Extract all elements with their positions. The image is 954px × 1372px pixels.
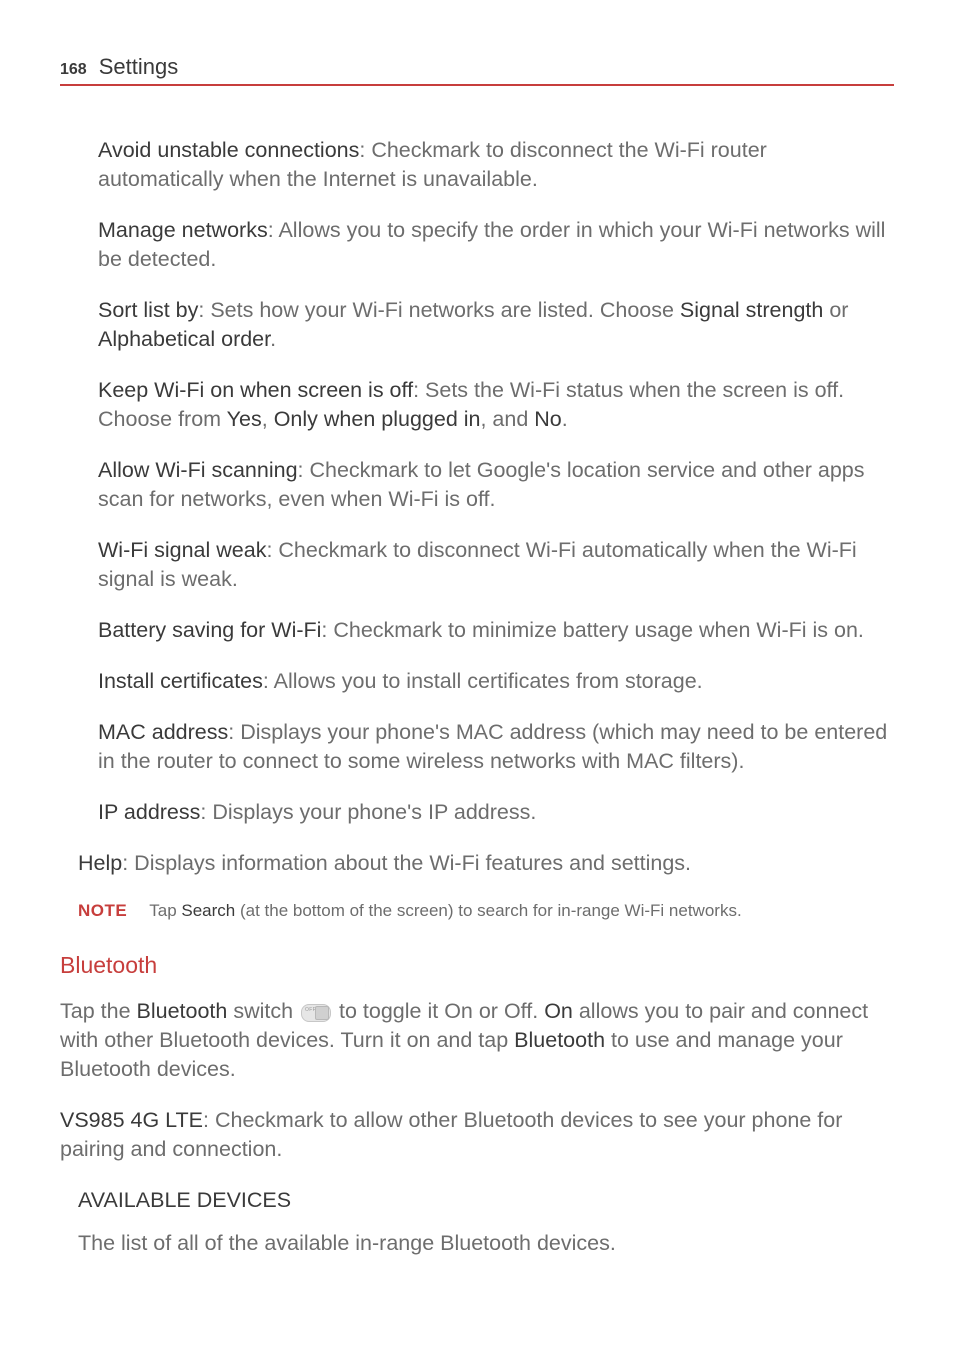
note-pre: Tap xyxy=(149,901,181,920)
setting-allow-scanning: Allow Wi-Fi scanning: Checkmark to let G… xyxy=(98,456,894,514)
setting-label: Keep Wi-Fi on when screen is off xyxy=(98,378,413,402)
on-label: On xyxy=(544,999,573,1023)
note-bold: Search xyxy=(181,901,235,920)
bluetooth-intro: Tap the Bluetooth switch OFF to toggle i… xyxy=(60,997,894,1084)
note-label: NOTE xyxy=(78,901,127,920)
bluetooth-label-2: Bluetooth xyxy=(514,1028,605,1052)
setting-manage-networks: Manage networks: Allows you to specify t… xyxy=(98,216,894,274)
text: Tap the xyxy=(60,999,137,1023)
setting-signal-weak: Wi-Fi signal weak: Checkmark to disconne… xyxy=(98,536,894,594)
setting-ip-address: IP address: Displays your phone's IP add… xyxy=(98,798,894,827)
setting-install-certs: Install certificates: Allows you to inst… xyxy=(98,667,894,696)
page-root: 168 Settings Avoid unstable connections:… xyxy=(0,0,954,1338)
text-comma: , xyxy=(262,407,274,431)
header-title: Settings xyxy=(99,54,179,80)
switch-off-text: OFF xyxy=(305,1007,316,1014)
setting-avoid-unstable: Avoid unstable connections: Checkmark to… xyxy=(98,136,894,194)
setting-label: Allow Wi-Fi scanning xyxy=(98,458,298,482)
available-devices-heading: AVAILABLE DEVICES xyxy=(78,1188,894,1213)
setting-battery-saving: Battery saving for Wi-Fi: Checkmark to m… xyxy=(98,616,894,645)
available-devices-desc: The list of all of the available in-rang… xyxy=(78,1229,894,1258)
setting-label: IP address xyxy=(98,800,200,824)
setting-vs985: VS985 4G LTE: Checkmark to allow other B… xyxy=(60,1106,894,1164)
setting-label: Avoid unstable connections xyxy=(98,138,359,162)
setting-keep-wifi-on: Keep Wi-Fi on when screen is off: Sets t… xyxy=(98,376,894,434)
setting-label: Help xyxy=(78,851,122,875)
setting-label: VS985 4G LTE xyxy=(60,1108,203,1132)
bluetooth-label: Bluetooth xyxy=(137,999,228,1023)
setting-desc: : Checkmark to minimize battery usage wh… xyxy=(321,618,863,642)
setting-label: Battery saving for Wi-Fi xyxy=(98,618,321,642)
page-header: 168 Settings xyxy=(60,54,894,86)
setting-label: Sort list by xyxy=(98,298,198,322)
setting-label: Wi-Fi signal weak xyxy=(98,538,266,562)
setting-label: Manage networks xyxy=(98,218,268,242)
setting-desc: : Displays your phone's IP address. xyxy=(200,800,536,824)
setting-label: Install certificates xyxy=(98,669,263,693)
text-or: or xyxy=(823,298,848,322)
page-number: 168 xyxy=(60,61,87,79)
option-signal-strength: Signal strength xyxy=(680,298,823,322)
option-only-plugged: Only when plugged in xyxy=(274,407,481,431)
text-and: , and xyxy=(480,407,534,431)
toggle-switch-icon: OFF xyxy=(301,1004,331,1022)
setting-desc: : Allows you to install certificates fro… xyxy=(263,669,703,693)
setting-desc: : Displays information about the Wi-Fi f… xyxy=(122,851,691,875)
setting-text: : Sets how your Wi-Fi networks are liste… xyxy=(198,298,680,322)
text-end: . xyxy=(270,327,276,351)
setting-sort-list-by: Sort list by: Sets how your Wi-Fi networ… xyxy=(98,296,894,354)
setting-help: Help: Displays information about the Wi-… xyxy=(78,849,894,878)
text: switch xyxy=(227,999,299,1023)
setting-label: MAC address xyxy=(98,720,228,744)
text: to toggle it On or Off. xyxy=(333,999,544,1023)
option-no: No xyxy=(534,407,561,431)
option-yes: Yes xyxy=(227,407,262,431)
text-end: . xyxy=(562,407,568,431)
section-bluetooth-heading: Bluetooth xyxy=(60,952,894,979)
note-row: NOTE Tap Search (at the bottom of the scr… xyxy=(78,900,894,922)
note-post: (at the bottom of the screen) to search … xyxy=(235,901,741,920)
option-alphabetical: Alphabetical order xyxy=(98,327,270,351)
setting-mac-address: MAC address: Displays your phone's MAC a… xyxy=(98,718,894,776)
